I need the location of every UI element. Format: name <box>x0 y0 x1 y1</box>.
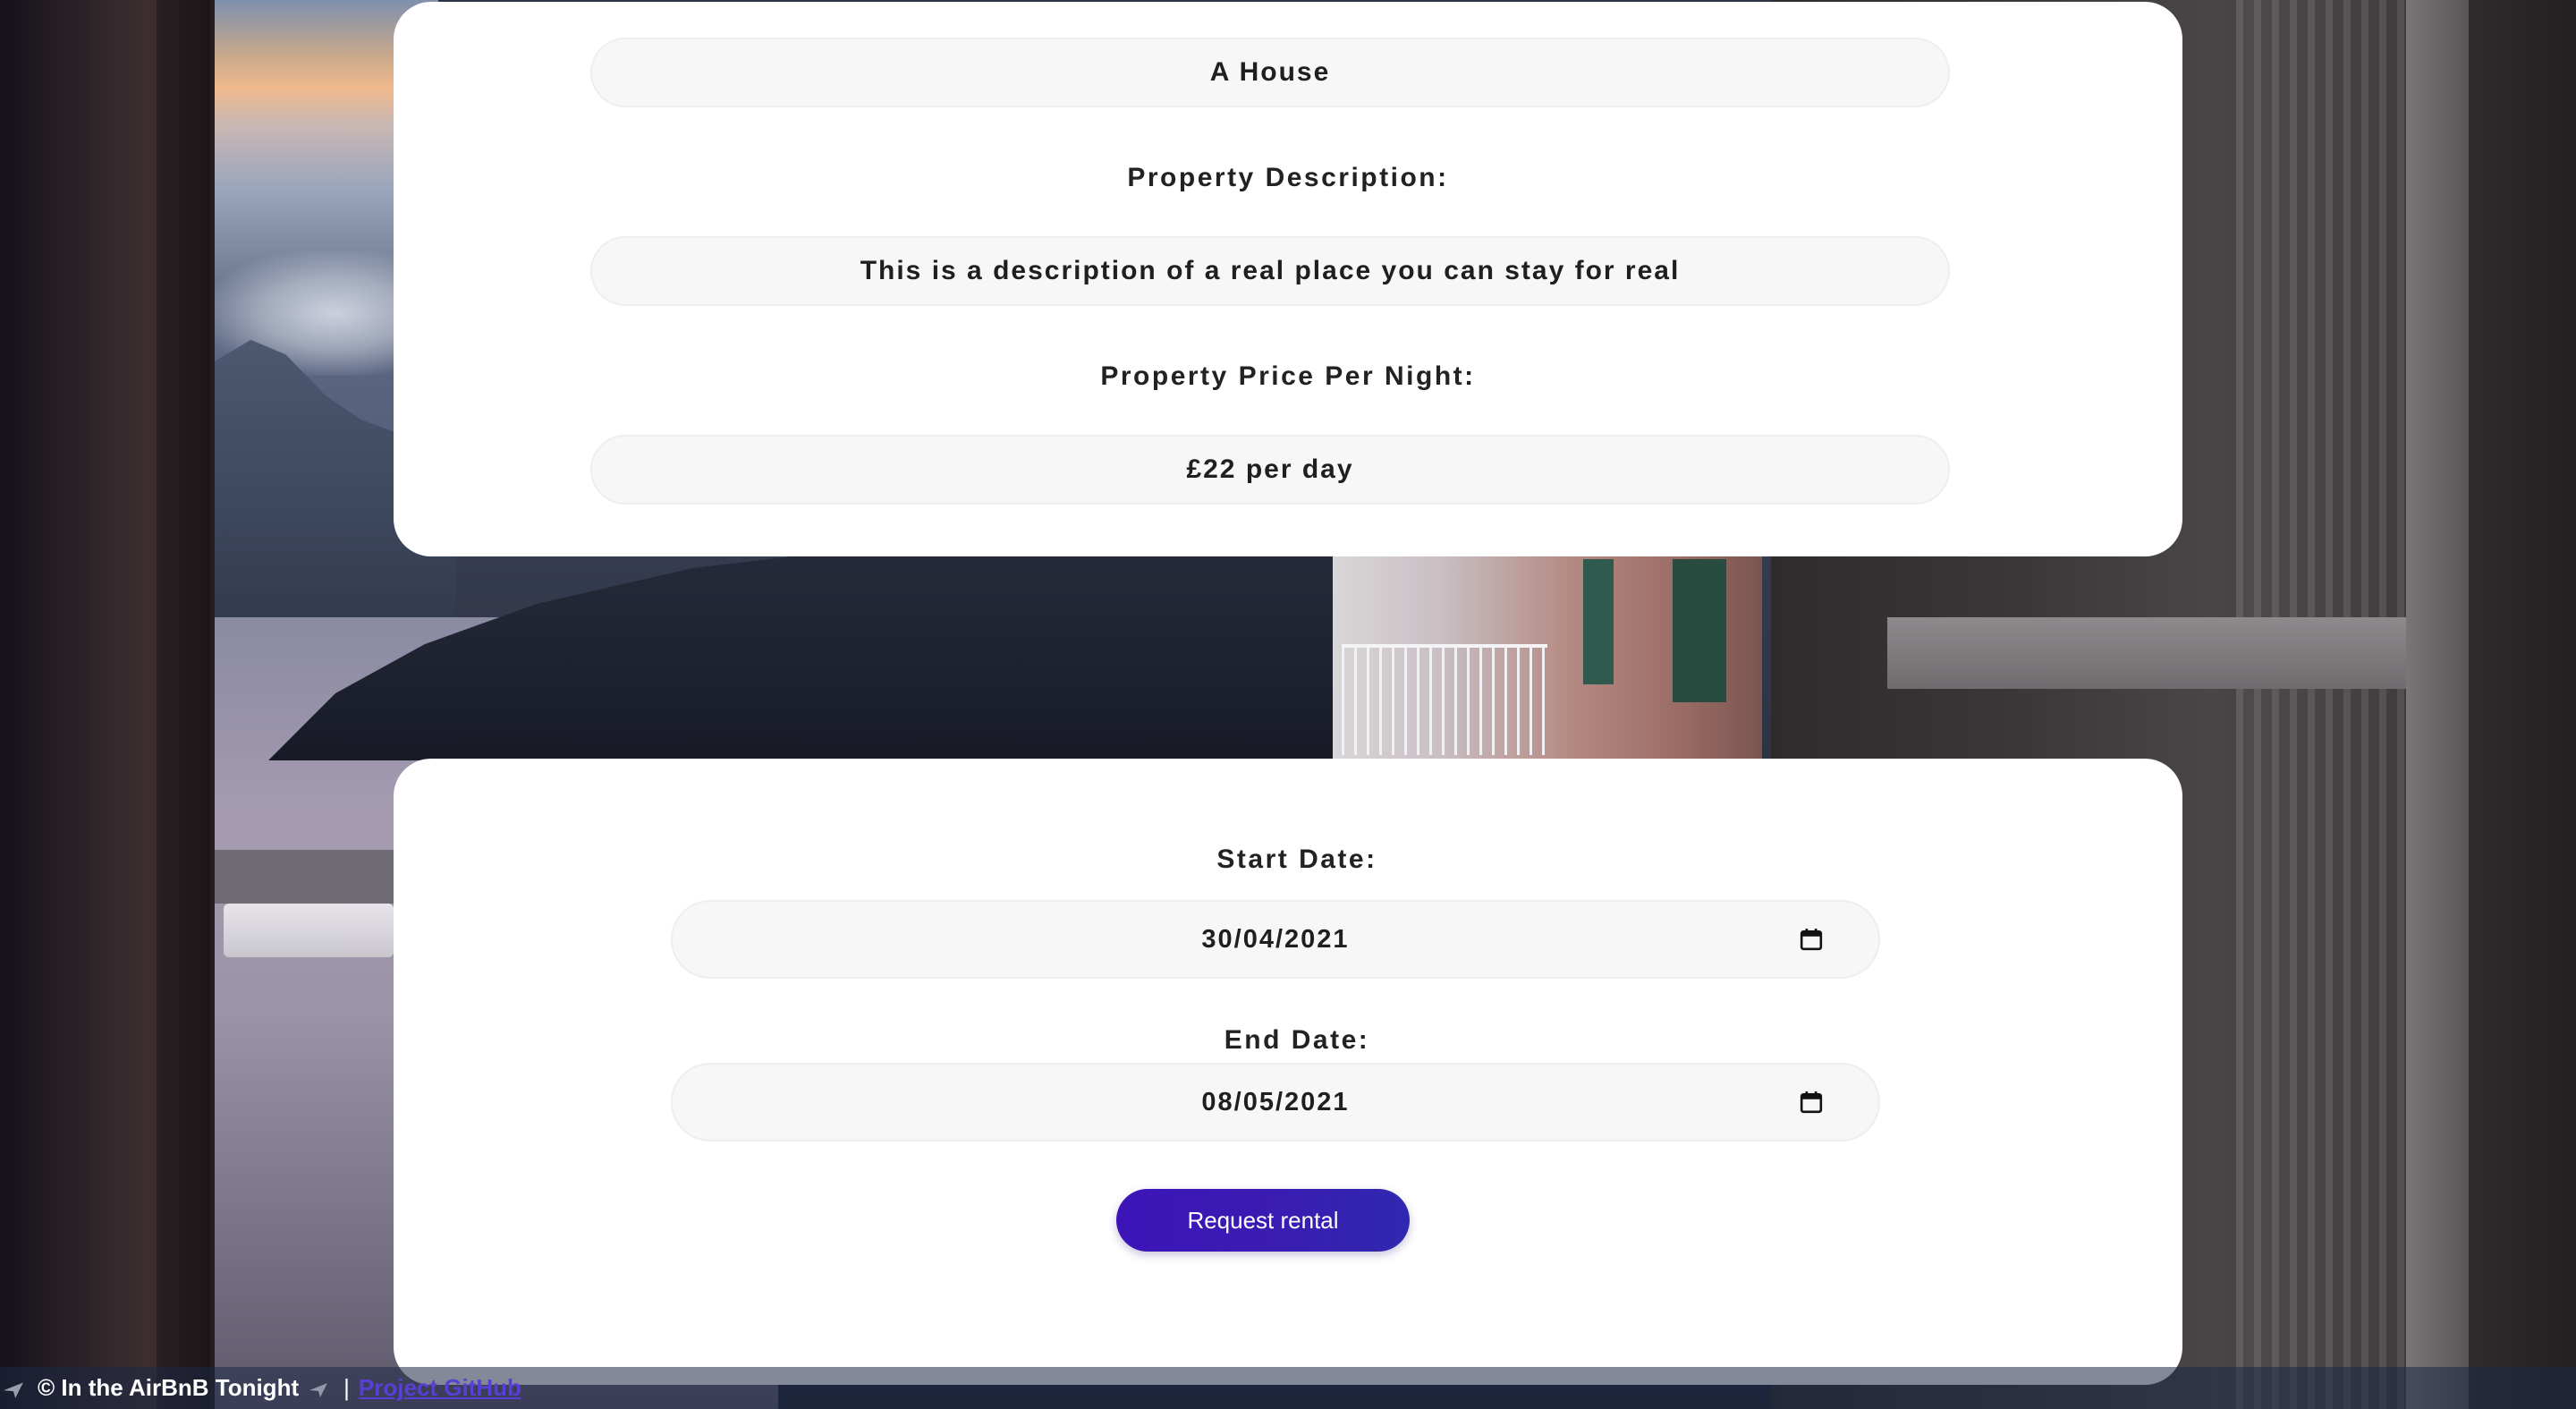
plane-icon <box>4 1382 23 1398</box>
background-window-post <box>2406 0 2469 1409</box>
start-date-input[interactable]: 30/04/2021 <box>671 900 1880 979</box>
plane-icon <box>309 1382 328 1397</box>
footer: © In the AirBnB Tonight | Project GitHub <box>0 1367 2576 1409</box>
calendar-icon[interactable] <box>1800 1091 1823 1114</box>
property-price-field: £22 per day <box>590 435 1950 505</box>
start-date-value: 30/04/2021 <box>1201 924 1350 954</box>
booking-card: Start Date: 30/04/2021 End Date: 08/05/2… <box>394 759 2182 1385</box>
end-date-input[interactable]: 08/05/2021 <box>671 1063 1880 1142</box>
background-window-frame-left <box>157 0 210 1409</box>
background-boat <box>224 904 394 957</box>
end-date-value: 08/05/2021 <box>1201 1087 1350 1116</box>
request-rental-button[interactable]: Request rental <box>1116 1189 1410 1252</box>
property-description-field: This is a description of a real place yo… <box>590 236 1950 306</box>
end-date-label: End Date: <box>1224 1025 1370 1055</box>
project-github-link[interactable]: Project GitHub <box>359 1374 521 1402</box>
calendar-icon[interactable] <box>1800 928 1823 951</box>
property-name-field: A House <box>590 38 1950 107</box>
background-shutter <box>1673 559 1726 702</box>
footer-separator: | <box>343 1374 350 1401</box>
footer-copyright: © In the AirBnB Tonight <box>38 1374 300 1401</box>
property-price-value: £22 per day <box>1186 454 1354 484</box>
background-curtain <box>2236 0 2406 1409</box>
background-harbor <box>215 850 394 904</box>
property-description-label: Property Description: <box>1127 163 1449 192</box>
property-name-value: A House <box>1209 57 1331 87</box>
property-price-label: Property Price Per Night: <box>1100 361 1476 391</box>
background-shutter <box>1583 559 1614 684</box>
property-details-card: A House Property Description: This is a … <box>394 2 2182 556</box>
background-balcony <box>1342 644 1547 755</box>
property-description-value: This is a description of a real place yo… <box>860 256 1681 285</box>
start-date-label: Start Date: <box>1216 845 1377 874</box>
background-window-bar <box>1887 617 2451 689</box>
